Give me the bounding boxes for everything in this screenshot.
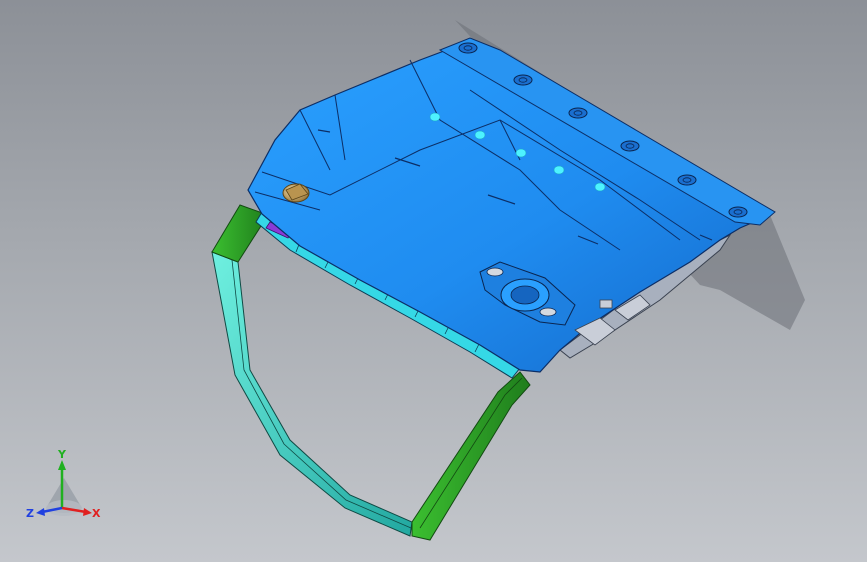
door-latch[interactable] — [282, 183, 310, 203]
window-frame-front-pillar[interactable] — [411, 371, 531, 541]
x-axis-label: X — [92, 507, 101, 520]
cad-viewport[interactable]: Y X Z — [0, 0, 867, 562]
x-axis-head — [83, 508, 92, 516]
door-outer-panel[interactable] — [247, 44, 772, 373]
y-axis-label: Y — [57, 448, 67, 461]
z-axis-head — [36, 508, 45, 516]
orientation-triad[interactable]: Y X Z — [24, 446, 104, 526]
window-frame-upper-left[interactable] — [211, 204, 269, 263]
door-assembly-model[interactable] — [0, 0, 867, 562]
z-axis-label: Z — [26, 507, 34, 520]
y-axis-head — [58, 460, 66, 470]
